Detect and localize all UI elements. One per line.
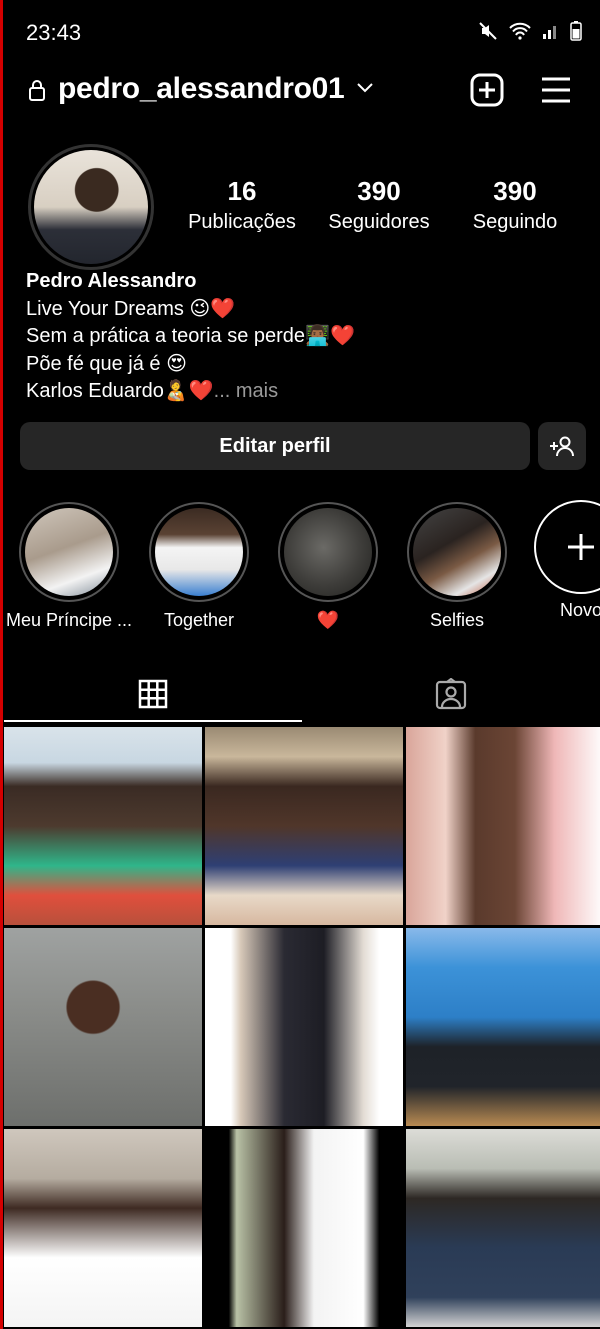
- post-thumbnail[interactable]: [205, 928, 403, 1126]
- post-thumbnail[interactable]: [4, 928, 202, 1126]
- post-thumbnail[interactable]: [4, 1129, 202, 1327]
- menu-icon[interactable]: [540, 75, 572, 105]
- mute-icon: [479, 22, 497, 40]
- highlight-cover: [413, 508, 501, 596]
- status-icons: [478, 21, 582, 41]
- highlight-ring: [407, 502, 507, 602]
- edge-accent-line: [0, 0, 3, 1329]
- plus-icon: [568, 534, 594, 560]
- post-thumbnail[interactable]: [4, 727, 202, 925]
- highlight-item[interactable]: Selfies: [392, 502, 522, 631]
- grid-icon: [138, 679, 168, 709]
- profile-name: Pedro Alessandro: [26, 270, 197, 292]
- highlight-label: Meu Príncipe ...: [5, 610, 133, 630]
- followers-stat[interactable]: 390 Seguidores: [304, 176, 454, 234]
- signal-icon: [543, 26, 556, 39]
- status-time: 23:43: [26, 20, 82, 45]
- tab-posts-grid[interactable]: [4, 664, 302, 724]
- tab-tagged[interactable]: [302, 664, 600, 724]
- highlight-ring: [149, 502, 249, 602]
- post-thumbnail[interactable]: [205, 727, 403, 925]
- following-count: 390: [493, 176, 537, 206]
- bio-line-last: Karlos Eduardo🧑‍🍼❤️... mais: [26, 378, 355, 406]
- bio-more-link[interactable]: ... mais: [214, 380, 278, 402]
- highlight-cover: [284, 508, 372, 596]
- post-grid: [4, 727, 600, 1327]
- profile-header: pedro_alessandro01: [0, 66, 600, 116]
- following-label: Seguindo: [472, 211, 558, 233]
- highlight-ring: [278, 502, 378, 602]
- discover-people-button[interactable]: [538, 422, 586, 470]
- posts-count: 16: [227, 176, 257, 206]
- chevron-down-icon[interactable]: [356, 80, 374, 94]
- create-post-icon[interactable]: [470, 73, 504, 107]
- battery-icon: [570, 21, 582, 41]
- highlight-item[interactable]: ❤️: [263, 502, 393, 631]
- post-thumbnail[interactable]: [205, 1129, 403, 1327]
- followers-label: Seguidores: [328, 211, 430, 233]
- status-bar: 23:43: [0, 0, 600, 66]
- highlight-cover: [25, 508, 113, 596]
- new-highlight-button[interactable]: [534, 500, 600, 594]
- edit-profile-button[interactable]: Editar perfil: [20, 422, 530, 470]
- highlight-item[interactable]: Together: [134, 502, 264, 631]
- profile-bio: Pedro Alessandro Live Your Dreams 😉❤️ Se…: [26, 268, 355, 406]
- profile-stats: 16 Publicações 390 Seguidores 390 Seguin…: [180, 176, 580, 234]
- post-thumbnail[interactable]: [406, 928, 600, 1126]
- highlight-item[interactable]: Meu Príncipe ...: [4, 502, 134, 631]
- highlight-label: ❤️: [316, 610, 340, 630]
- bio-line: Sem a prática a teoria se perde👨🏾‍💻❤️: [26, 325, 355, 347]
- posts-label: Publicações: [188, 211, 296, 233]
- posts-stat[interactable]: 16 Publicações: [180, 176, 304, 234]
- bio-line: Põe fé que já é 😍: [26, 352, 187, 375]
- highlight-cover: [155, 508, 243, 596]
- username[interactable]: pedro_alessandro01: [58, 72, 345, 106]
- profile-avatar[interactable]: [28, 144, 154, 270]
- wifi-icon: [509, 22, 531, 40]
- add-user-icon: [550, 436, 574, 457]
- highlight-label: Selfies: [429, 610, 485, 630]
- tagged-icon: [435, 678, 467, 710]
- avatar-photo: [34, 150, 148, 264]
- following-stat[interactable]: 390 Seguindo: [454, 176, 576, 234]
- new-highlight-label: Novo: [560, 600, 600, 620]
- followers-count: 390: [357, 176, 401, 206]
- post-thumbnail[interactable]: [406, 727, 600, 925]
- active-tab-indicator: [4, 720, 302, 722]
- post-thumbnail[interactable]: [406, 1129, 600, 1327]
- highlight-label: Together: [163, 610, 235, 630]
- bio-line: Live Your Dreams 😉❤️: [26, 297, 236, 320]
- bio-line: Karlos Eduardo🧑‍🍼❤️: [26, 380, 214, 402]
- highlight-ring: [19, 502, 119, 602]
- lock-icon: [29, 80, 45, 101]
